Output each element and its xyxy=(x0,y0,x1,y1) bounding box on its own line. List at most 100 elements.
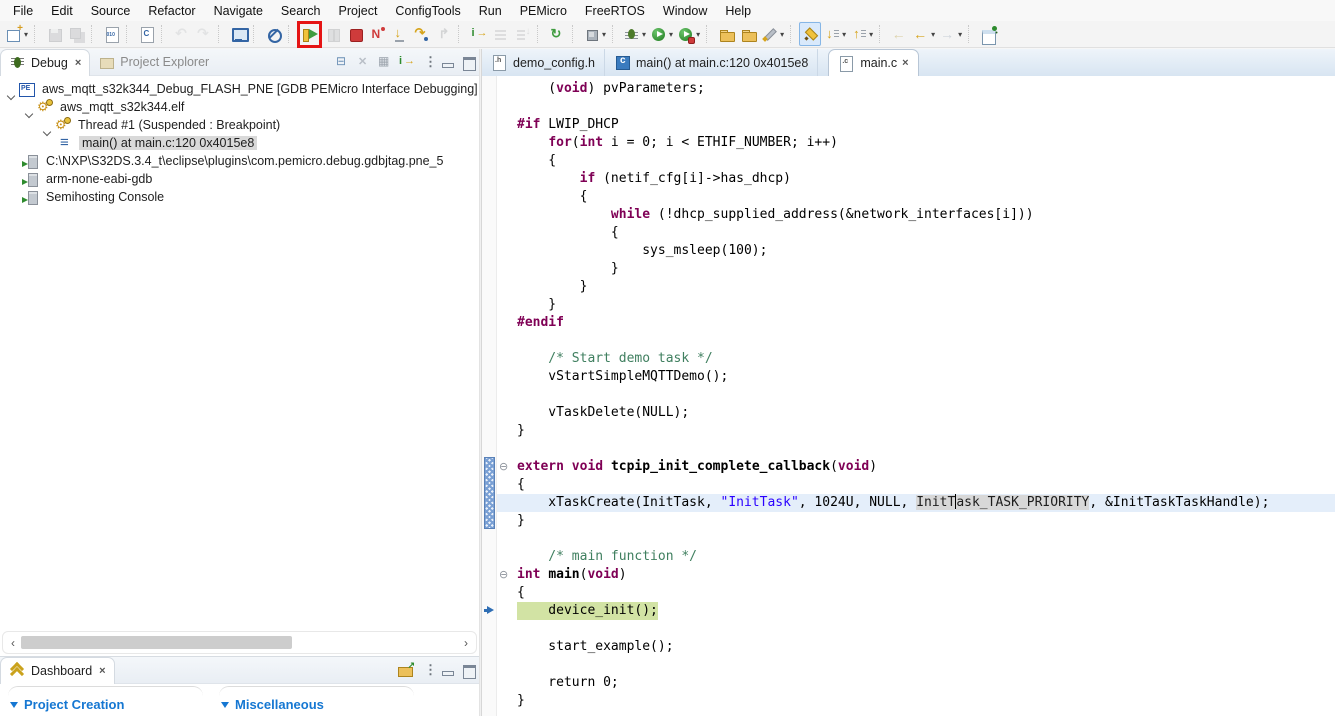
restart-button[interactable] xyxy=(546,22,568,46)
view-menu-button[interactable] xyxy=(416,52,437,73)
tree-row[interactable]: Thread #1 (Suspended : Breakpoint) xyxy=(0,116,479,134)
last-edit-location-button[interactable] xyxy=(888,22,910,46)
menu-pemicro[interactable]: PEMicro xyxy=(511,2,576,20)
menu-help[interactable]: Help xyxy=(716,2,760,20)
section-miscellaneous[interactable]: Miscellaneous xyxy=(219,686,414,716)
scroll-right-icon[interactable]: › xyxy=(458,636,474,650)
code-line[interactable]: ⊖extern void tcpip_init_complete_callbac… xyxy=(497,458,1335,476)
forward-button[interactable]: ▾ xyxy=(937,22,964,46)
binary-file-button[interactable] xyxy=(100,22,122,46)
dropdown-arrow-icon[interactable]: ▾ xyxy=(24,30,28,39)
tree-row[interactable]: main() at main.c:120 0x4015e8 xyxy=(0,134,479,152)
mark-occurrences-button[interactable] xyxy=(799,22,821,46)
menu-refactor[interactable]: Refactor xyxy=(139,2,204,20)
editor-tab-main-at-main-c-120-0x4015e8[interactable]: main() at main.c:120 0x4015e8 xyxy=(605,49,818,76)
close-icon[interactable]: × xyxy=(75,57,81,69)
pin-view-button[interactable] xyxy=(374,52,395,73)
code-line[interactable]: sys_msleep(100); xyxy=(497,242,1335,260)
menu-file[interactable]: File xyxy=(4,2,42,20)
menu-project[interactable]: Project xyxy=(330,2,387,20)
code-line[interactable]: ⊖int main(void) xyxy=(497,566,1335,584)
view-menu-button[interactable] xyxy=(416,660,437,681)
minimize-button[interactable] xyxy=(437,660,458,681)
code-line[interactable] xyxy=(497,332,1335,350)
close-icon[interactable]: × xyxy=(902,57,908,69)
flash-programmer-button[interactable]: ▾ xyxy=(759,22,786,46)
dropdown-arrow-icon[interactable]: ▾ xyxy=(780,30,784,39)
back-button[interactable]: ▾ xyxy=(910,22,937,46)
scrollbar-track[interactable] xyxy=(21,635,458,650)
menu-run[interactable]: Run xyxy=(470,2,511,20)
code-line[interactable]: } xyxy=(497,692,1335,710)
code-line[interactable] xyxy=(497,530,1335,548)
code-line[interactable]: #endif xyxy=(497,314,1335,332)
tree-row[interactable]: aws_mqtt_s32k344.elf xyxy=(0,98,479,116)
code-line[interactable]: { xyxy=(497,188,1335,206)
open-project-alt-button[interactable] xyxy=(737,22,759,46)
maximize-button[interactable] xyxy=(458,52,479,73)
code-line[interactable]: #if LWIP_DHCP xyxy=(497,116,1335,134)
dropdown-arrow-icon[interactable]: ▾ xyxy=(602,30,606,39)
step-into-button[interactable] xyxy=(388,22,410,46)
use-step-filters-button[interactable] xyxy=(511,22,533,46)
editor-tab-demo-config-h[interactable]: demo_config.h xyxy=(482,49,605,76)
step-over-button[interactable] xyxy=(410,22,432,46)
redo-button[interactable]: ↷ xyxy=(192,22,214,46)
section-collapse-icon[interactable] xyxy=(10,702,18,708)
terminate-button[interactable] xyxy=(344,22,366,46)
remove-all-terminated-button[interactable] xyxy=(353,52,374,73)
debug-horizontal-scrollbar[interactable]: ‹ › xyxy=(2,631,477,654)
scrollbar-thumb[interactable] xyxy=(21,636,292,649)
dropdown-arrow-icon[interactable]: ▾ xyxy=(696,30,700,39)
code-line[interactable]: while (!dhcp_supplied_address(&network_i… xyxy=(497,206,1335,224)
maximize-button[interactable] xyxy=(458,660,479,681)
tree-row[interactable]: aws_mqtt_s32k344_Debug_FLASH_PNE [GDB PE… xyxy=(0,80,479,98)
code-line[interactable] xyxy=(497,98,1335,116)
suspend-button[interactable] xyxy=(322,22,344,46)
menu-source[interactable]: Source xyxy=(82,2,140,20)
code-line[interactable]: } xyxy=(497,278,1335,296)
code-line[interactable]: } xyxy=(497,296,1335,314)
dropdown-arrow-icon[interactable]: ▾ xyxy=(931,30,935,39)
fold-collapse-icon[interactable]: ⊖ xyxy=(499,566,513,584)
code-line[interactable] xyxy=(497,656,1335,674)
disconnect-button[interactable] xyxy=(366,22,388,46)
code-line[interactable]: vStartSimpleMQTTDemo(); xyxy=(497,368,1335,386)
menu-search[interactable]: Search xyxy=(272,2,330,20)
code-line[interactable]: (void) pvParameters; xyxy=(497,80,1335,98)
c-file-button[interactable] xyxy=(135,22,157,46)
dropdown-arrow-icon[interactable]: ▾ xyxy=(669,30,673,39)
code-line[interactable]: if (netif_cfg[i]->has_dhcp) xyxy=(497,170,1335,188)
dropdown-arrow-icon[interactable]: ▾ xyxy=(842,30,846,39)
code-line[interactable]: start_example(); xyxy=(497,638,1335,656)
dropdown-arrow-icon[interactable]: ▾ xyxy=(958,30,962,39)
code-line[interactable] xyxy=(497,620,1335,638)
show-disassembly-button[interactable] xyxy=(489,22,511,46)
fold-collapse-icon[interactable]: ⊖ xyxy=(499,458,513,476)
code-line[interactable]: { xyxy=(497,476,1335,494)
skip-all-breakpoints-button[interactable] xyxy=(262,22,284,46)
menu-freertos[interactable]: FreeRTOS xyxy=(576,2,654,20)
code-line[interactable]: /* Start demo task */ xyxy=(497,350,1335,368)
tree-row[interactable]: arm-none-eabi-gdb xyxy=(0,170,479,188)
tab-project-explorer[interactable]: Project Explorer xyxy=(90,49,217,76)
save-button[interactable] xyxy=(43,22,65,46)
new-wizard-button[interactable]: ▾ xyxy=(3,22,30,46)
run-button[interactable]: ▾ xyxy=(648,22,675,46)
menu-navigate[interactable]: Navigate xyxy=(205,2,272,20)
code-line[interactable] xyxy=(497,386,1335,404)
tree-row[interactable]: C:\NXP\S32DS.3.4_t\eclipse\plugins\com.p… xyxy=(0,152,479,170)
code-editor[interactable]: (void) pvParameters;#if LWIP_DHCP for(in… xyxy=(482,76,1335,716)
scroll-left-icon[interactable]: ‹ xyxy=(5,636,21,650)
open-import-button[interactable] xyxy=(395,660,416,681)
section-project-creation[interactable]: Project Creation xyxy=(8,686,203,716)
dropdown-arrow-icon[interactable]: ▾ xyxy=(869,30,873,39)
run-flash-button[interactable]: ▾ xyxy=(675,22,702,46)
menu-edit[interactable]: Edit xyxy=(42,2,82,20)
open-project-button[interactable] xyxy=(715,22,737,46)
previous-annotation-button[interactable]: ▾ xyxy=(848,22,875,46)
code-line[interactable]: vTaskDelete(NULL); xyxy=(497,404,1335,422)
dropdown-arrow-icon[interactable]: ▾ xyxy=(642,30,646,39)
resume-button[interactable] xyxy=(297,21,322,48)
undo-button[interactable]: ↶ xyxy=(170,22,192,46)
